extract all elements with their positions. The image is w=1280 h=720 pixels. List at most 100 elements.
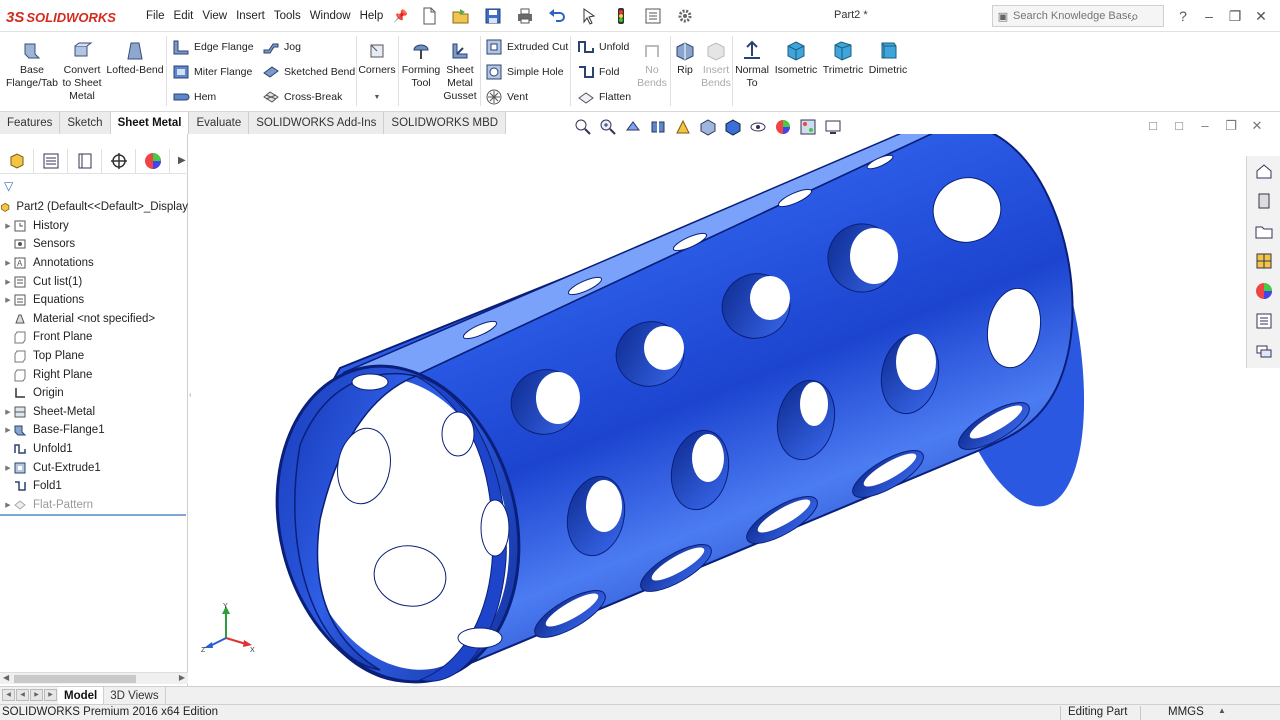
- expand-arrow-icon[interactable]: ▶: [3, 278, 13, 286]
- search-input[interactable]: [1013, 10, 1131, 22]
- tab-3d-views[interactable]: 3D Views: [104, 686, 166, 705]
- lofted-bend-button[interactable]: Lofted-Bend: [106, 40, 164, 77]
- corners-button[interactable]: Corners ▼: [358, 40, 396, 104]
- sketched-bend-button[interactable]: Sketched Bend: [262, 62, 355, 82]
- tab-features[interactable]: Features: [0, 112, 61, 134]
- tab-model[interactable]: Model: [58, 686, 105, 705]
- menu-window[interactable]: Window: [310, 10, 351, 22]
- hide-show-items-icon[interactable]: [747, 117, 769, 137]
- rollback-bar[interactable]: [0, 514, 186, 516]
- isometric-button[interactable]: Isometric: [772, 40, 820, 77]
- unit-system-selector[interactable]: MMGS: [1168, 706, 1204, 718]
- file-properties-icon[interactable]: [642, 6, 664, 26]
- hem-button[interactable]: Hem: [172, 87, 216, 107]
- miter-flange-button[interactable]: Miter Flange: [172, 62, 252, 82]
- forum-icon[interactable]: [1247, 336, 1280, 366]
- menu-insert[interactable]: Insert: [236, 10, 265, 22]
- tree-item-history[interactable]: ▶ History: [0, 217, 188, 236]
- tree-item-top-plane[interactable]: Top Plane: [0, 347, 188, 366]
- feature-manager-tab-icon[interactable]: [0, 148, 34, 173]
- base-flange-button[interactable]: Base Flange/Tab: [6, 40, 58, 90]
- tab-solidworks-add-ins[interactable]: SOLIDWORKS Add-Ins: [249, 112, 385, 134]
- expand-arrow-icon[interactable]: ▶: [3, 464, 13, 472]
- tab-sheet-metal[interactable]: Sheet Metal: [110, 112, 190, 134]
- zoom-to-area-icon[interactable]: [597, 117, 619, 137]
- fold-button[interactable]: Fold: [577, 62, 619, 82]
- jog-button[interactable]: Jog: [262, 37, 301, 57]
- expand-arrow-icon[interactable]: ▶: [3, 296, 13, 304]
- expand-arrow-icon[interactable]: ▶: [3, 259, 13, 267]
- search-knowledge-base[interactable]: ▣ ⌕: [992, 5, 1164, 27]
- tab-solidworks-mbd[interactable]: SOLIDWORKS MBD: [384, 112, 507, 134]
- tree-item-flat-pattern[interactable]: ▶ Flat-Pattern: [0, 496, 188, 515]
- tab-evaluate[interactable]: Evaluate: [189, 112, 250, 134]
- tab-sketch[interactable]: Sketch: [60, 112, 111, 134]
- extruded-cut-button[interactable]: Extruded Cut: [485, 37, 568, 57]
- scroll-thumb[interactable]: [14, 675, 136, 683]
- tree-item-right-plane[interactable]: Right Plane: [0, 365, 188, 384]
- apply-scene-icon[interactable]: [797, 117, 819, 137]
- search-scope-icon[interactable]: ▣: [993, 10, 1013, 23]
- display-style-icon[interactable]: [722, 117, 744, 137]
- next-tab-icon[interactable]: ▶: [30, 688, 43, 701]
- menu-view[interactable]: View: [202, 10, 227, 22]
- dimetric-button[interactable]: Dimetric: [866, 40, 910, 77]
- save-icon[interactable]: [482, 6, 504, 26]
- panel-collapse-handle[interactable]: ‹: [189, 390, 194, 412]
- section-view-icon[interactable]: [647, 117, 669, 137]
- vent-button[interactable]: Vent: [485, 87, 528, 107]
- edit-appearance-icon[interactable]: [772, 117, 794, 137]
- scroll-left-icon[interactable]: ◀: [3, 673, 9, 682]
- scroll-right-icon[interactable]: ▶: [179, 673, 185, 682]
- tree-item-annotations[interactable]: ▶ A Annotations: [0, 254, 188, 273]
- search-icon[interactable]: ⌕: [1131, 8, 1153, 25]
- minimize-icon[interactable]: –: [1196, 8, 1222, 24]
- viewport-restore-icon[interactable]: ❐: [1218, 118, 1244, 134]
- appearances-icon[interactable]: [1247, 276, 1280, 306]
- open-document-icon[interactable]: [450, 6, 472, 26]
- tree-item-base-flange1[interactable]: ▶ Base-Flange1: [0, 421, 188, 440]
- zoom-to-fit-icon[interactable]: [572, 117, 594, 137]
- expand-arrow-icon[interactable]: ▶: [3, 501, 13, 509]
- tree-item-origin[interactable]: Origin: [0, 384, 188, 403]
- resources-icon[interactable]: [1247, 186, 1280, 216]
- filter-icon[interactable]: ▽: [4, 179, 13, 193]
- display-manager-tab-icon[interactable]: [136, 148, 170, 173]
- convert-to-sheet-metal-button[interactable]: Convert to Sheet Metal: [60, 40, 104, 103]
- split-view-right-icon[interactable]: □: [1166, 118, 1192, 134]
- close-icon[interactable]: ✕: [1248, 8, 1274, 25]
- view-orientation-icon[interactable]: [697, 117, 719, 137]
- tree-item-equations[interactable]: ▶ Equations: [0, 291, 188, 310]
- menu-help[interactable]: Help: [360, 10, 384, 22]
- menu-edit[interactable]: Edit: [174, 10, 194, 22]
- dimxpert-manager-tab-icon[interactable]: [102, 148, 136, 173]
- tree-item-cut-list[interactable]: ▶ Cut list(1): [0, 272, 188, 291]
- more-tabs-icon[interactable]: ▶: [178, 155, 186, 166]
- view-palette-icon[interactable]: [1247, 246, 1280, 276]
- expand-arrow-icon[interactable]: ▶: [3, 426, 13, 434]
- menu-tools[interactable]: Tools: [274, 10, 301, 22]
- rebuild-icon[interactable]: [610, 6, 632, 26]
- tree-item-front-plane[interactable]: Front Plane: [0, 328, 188, 347]
- cross-break-button[interactable]: Cross-Break: [262, 87, 342, 107]
- split-view-left-icon[interactable]: □: [1140, 118, 1166, 134]
- rip-button[interactable]: Rip: [670, 40, 700, 77]
- help-icon[interactable]: ?: [1170, 8, 1196, 24]
- solidworks-logo[interactable]: 3S SOLIDWORKS: [6, 6, 116, 28]
- tree-item-material[interactable]: Material <not specified>: [0, 310, 188, 329]
- trimetric-button[interactable]: Trimetric: [820, 40, 866, 77]
- tree-item-cut-extrude1[interactable]: ▶ Cut-Extrude1: [0, 458, 188, 477]
- tree-root-part[interactable]: Part2 (Default<<Default>_Display: [0, 198, 188, 217]
- pin-icon[interactable]: 📌: [393, 9, 408, 23]
- tree-item-unfold1[interactable]: Unfold1: [0, 440, 188, 459]
- simple-hole-button[interactable]: Simple Hole: [485, 62, 564, 82]
- property-manager-tab-icon[interactable]: [34, 148, 68, 173]
- tree-item-fold1[interactable]: Fold1: [0, 477, 188, 496]
- dynamic-annotation-views-icon[interactable]: [672, 117, 694, 137]
- insert-bends-button[interactable]: Insert Bends: [700, 40, 732, 90]
- viewport-minimize-icon[interactable]: –: [1192, 118, 1218, 134]
- last-tab-icon[interactable]: ▶: [44, 688, 57, 701]
- tree-horizontal-scrollbar[interactable]: ◀ ▶: [0, 672, 188, 684]
- flatten-button[interactable]: Flatten: [577, 87, 631, 107]
- normal-to-button[interactable]: Normal To: [732, 40, 772, 90]
